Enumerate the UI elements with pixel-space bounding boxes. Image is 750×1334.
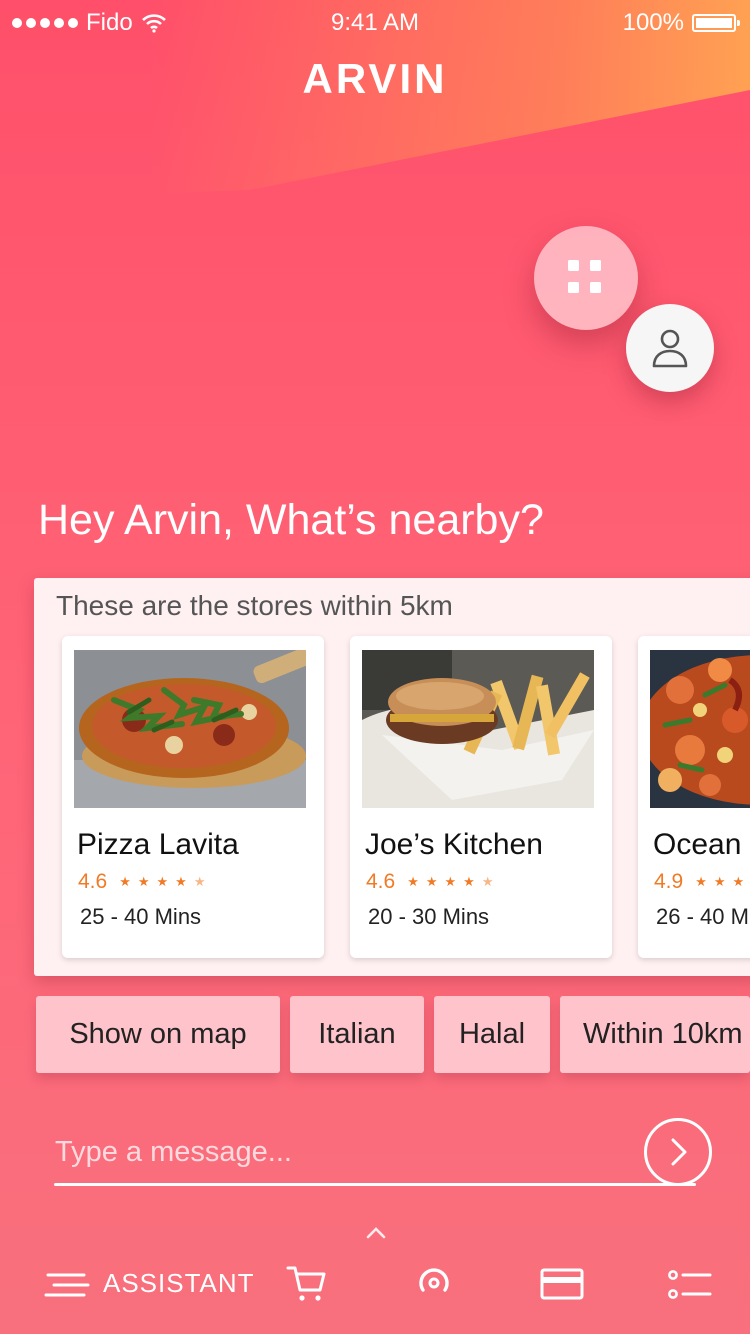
battery-label: 100% bbox=[622, 9, 684, 36]
delivery-time: 20 - 30 Mins bbox=[368, 904, 490, 929]
send-button[interactable] bbox=[644, 1118, 712, 1186]
grid-icon bbox=[568, 260, 601, 293]
greeting-heading: Hey Arvin, What’s nearby? bbox=[38, 496, 544, 544]
delivery-time: 25 - 40 Mins bbox=[80, 904, 202, 929]
status-bar: Fido 9:41 AM 100% bbox=[0, 0, 750, 46]
chip-halal[interactable]: Halal bbox=[434, 996, 550, 1073]
rating-value: 4.6 bbox=[366, 870, 396, 893]
store-rating: 4.6 ★★★★★ bbox=[78, 870, 212, 894]
nav-assistant-label[interactable]: ASSISTANT bbox=[103, 1268, 255, 1299]
message-input[interactable]: Type a message... bbox=[55, 1136, 535, 1169]
panel-title: These are the stores within 5km bbox=[56, 590, 453, 621]
compass-icon[interactable] bbox=[418, 1266, 450, 1298]
chip-italian[interactable]: Italian bbox=[290, 996, 424, 1073]
chip-show-on-map[interactable]: Show on map bbox=[36, 996, 280, 1073]
store-card[interactable]: Joe’s Kitchen 4.6 ★★★★★ 20 - 30 Mins bbox=[350, 636, 612, 958]
store-rating: 4.6 ★★★★★ bbox=[366, 870, 500, 894]
store-name: Ocean bbox=[653, 828, 742, 861]
message-input-underline bbox=[54, 1183, 696, 1186]
chip-within-10km[interactable]: Within 10km bbox=[560, 996, 750, 1073]
store-name: Joe’s Kitchen bbox=[365, 828, 543, 861]
store-photo-pizza bbox=[74, 650, 306, 808]
list-icon[interactable] bbox=[668, 1270, 712, 1300]
store-photo-seafood bbox=[650, 650, 750, 808]
battery-icon bbox=[692, 14, 740, 32]
store-card[interactable]: Ocean 4.9 ★★★★★ 26 - 40 Mins bbox=[638, 636, 750, 958]
app-logo: ARVIN bbox=[302, 55, 448, 102]
card-icon[interactable] bbox=[540, 1268, 584, 1300]
user-icon bbox=[652, 329, 688, 368]
rating-stars-icon: ★★★★★ bbox=[695, 874, 750, 889]
menu-icon[interactable] bbox=[44, 1272, 90, 1298]
store-rating: 4.9 ★★★★★ bbox=[654, 870, 750, 894]
rating-value: 4.9 bbox=[654, 870, 684, 893]
apps-grid-button[interactable] bbox=[534, 226, 638, 330]
delivery-time: 26 - 40 Mins bbox=[656, 904, 750, 929]
store-photo-burger bbox=[362, 650, 594, 808]
rating-value: 4.6 bbox=[78, 870, 108, 893]
rating-stars-icon: ★★★★★ bbox=[119, 874, 213, 889]
chevron-right-icon bbox=[671, 1138, 687, 1166]
status-right: 100% bbox=[622, 9, 740, 37]
chevron-up-icon[interactable] bbox=[366, 1226, 386, 1240]
rating-stars-icon: ★★★★★ bbox=[407, 874, 501, 889]
store-card[interactable]: Pizza Lavita 4.6 ★★★★★ 25 - 40 Mins bbox=[62, 636, 324, 958]
store-name: Pizza Lavita bbox=[77, 828, 239, 861]
profile-button[interactable] bbox=[626, 304, 714, 392]
stores-panel: These are the stores within 5km Pizza La… bbox=[34, 578, 750, 976]
cart-icon[interactable] bbox=[286, 1264, 328, 1304]
